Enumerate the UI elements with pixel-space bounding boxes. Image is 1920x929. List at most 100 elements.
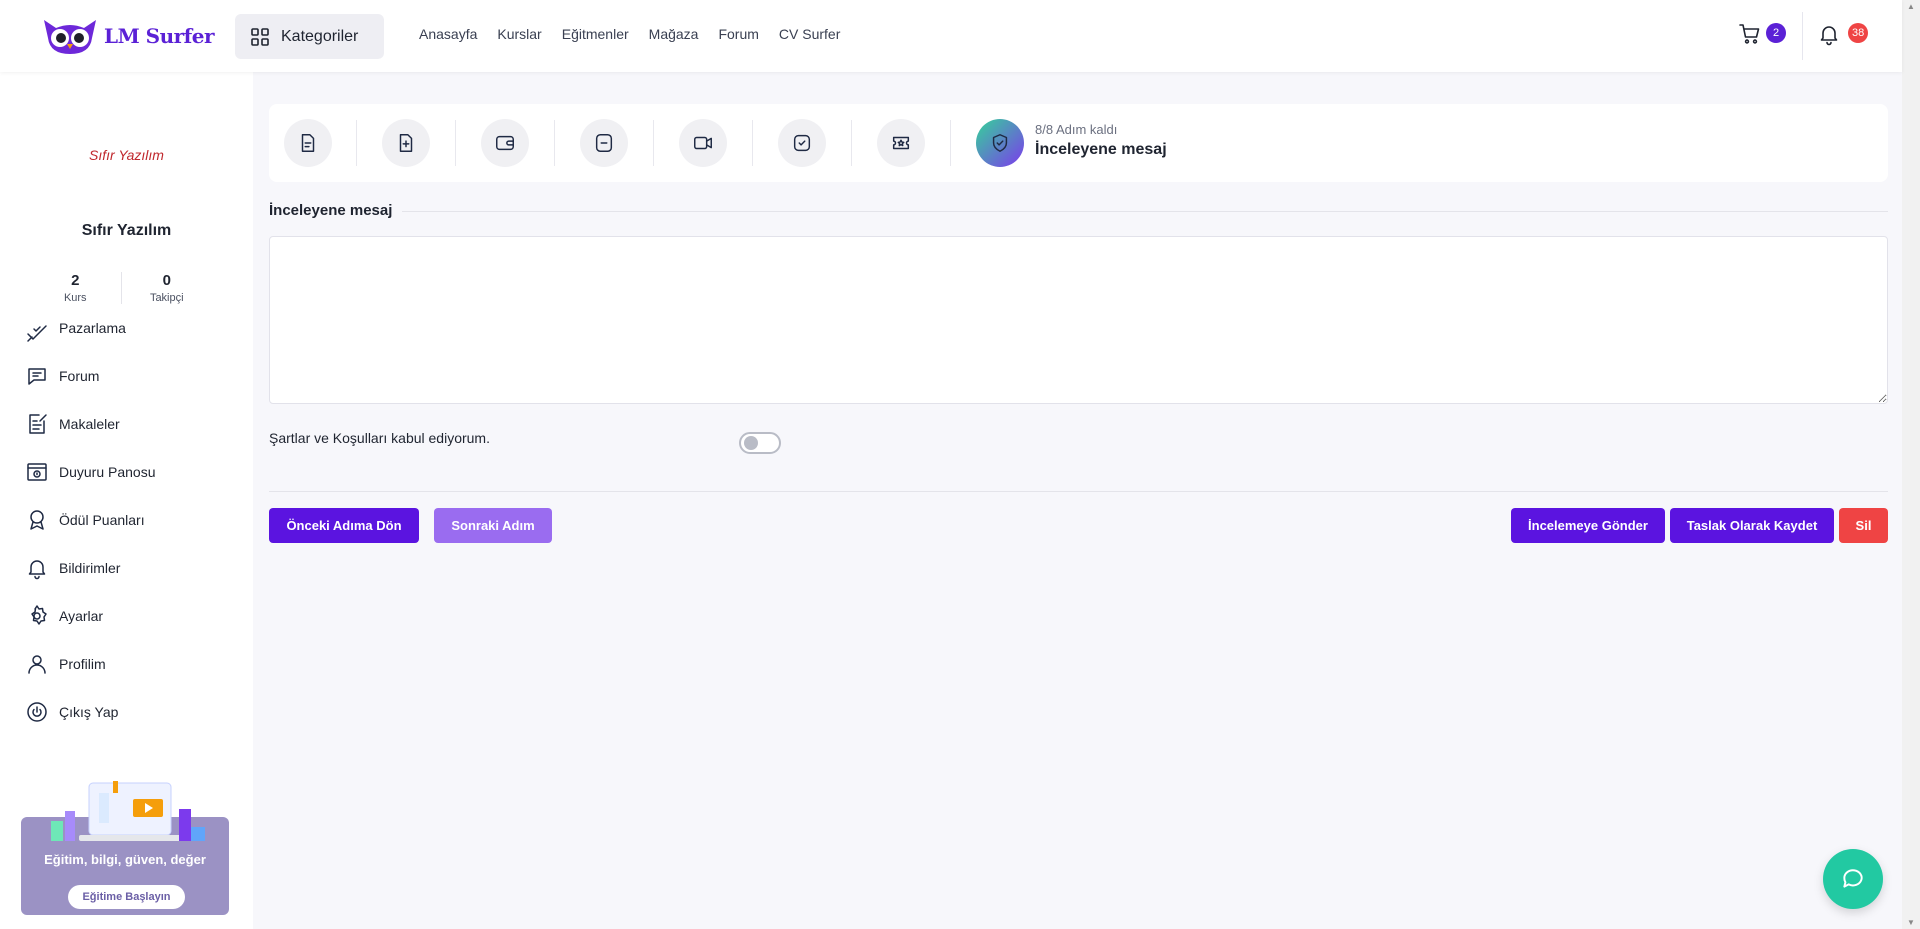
section-divider <box>400 211 1888 212</box>
promo-title: Eğitim, bilgi, güven, değer <box>44 852 206 867</box>
notification-bell-icon[interactable] <box>1817 22 1841 46</box>
sidebar-item-label: Bildirimler <box>59 560 121 576</box>
sidebar-item-profile[interactable]: Profilim <box>24 640 234 688</box>
stat-label: Takipçi <box>149 292 184 304</box>
sidebar-item-articles[interactable]: Makaleler <box>24 400 234 448</box>
sidebar-item-logout[interactable]: Çıkış Yap <box>24 688 234 736</box>
wallet-icon <box>496 135 514 151</box>
brand-name: LM Surfer <box>104 24 215 48</box>
sidebar-item-label: Makaleler <box>59 416 120 432</box>
sidebar-item-announcements[interactable]: Duyuru Panosu <box>24 448 234 496</box>
sidebar-item-rewards[interactable]: Ödül Puanları <box>24 496 234 544</box>
stat-value: 2 <box>71 272 80 289</box>
vendor-name: Sıfır Yazılım <box>81 222 172 239</box>
owl-logo-icon <box>44 20 96 54</box>
sidebar-item-marketing[interactable]: Pazarlama <box>24 320 234 352</box>
marketing-icon <box>24 320 49 345</box>
start-learning-button[interactable]: Eğitime Başlayın <box>68 885 185 909</box>
cart-count-badge: 2 <box>1766 23 1786 43</box>
step-divider <box>455 120 456 166</box>
step-folder[interactable] <box>580 119 628 167</box>
previous-step-button[interactable]: Önceki Adıma Dön <box>269 508 419 543</box>
step-divider <box>356 120 357 166</box>
step-divider <box>653 120 654 166</box>
article-icon <box>24 412 49 437</box>
nav-store[interactable]: Mağaza <box>649 26 699 42</box>
step-pricing[interactable] <box>481 119 529 167</box>
step-divider <box>752 120 753 166</box>
power-icon <box>24 700 49 725</box>
vendor-stats: 2 Kurs 0 Takipçi <box>30 272 212 304</box>
top-header: LM Surfer Kategoriler Anasayfa Kurslar E… <box>0 0 1902 72</box>
header-divider <box>1802 12 1803 60</box>
submit-review-button[interactable]: İncelemeye Gönder <box>1511 508 1665 543</box>
step-add-file[interactable] <box>382 119 430 167</box>
step-info: 8/8 Adım kaldı İnceleyene mesaj <box>1035 122 1167 159</box>
sidebar-item-label: Duyuru Panosu <box>59 464 156 480</box>
next-step-button[interactable]: Sonraki Adım <box>434 508 552 543</box>
ticket-star-icon <box>892 136 910 150</box>
form-divider <box>269 491 1888 492</box>
sidebar-item-label: Profilim <box>59 656 106 672</box>
page-scrollbar[interactable]: ▲ ▼ <box>1902 0 1920 929</box>
step-divider <box>950 120 951 166</box>
bell-icon <box>24 556 49 581</box>
notification-count-badge: 38 <box>1848 23 1869 43</box>
folder-minus-icon <box>595 134 613 152</box>
stat-label: Kurs <box>63 292 87 304</box>
nav-cv-surfer[interactable]: CV Surfer <box>779 26 840 42</box>
sidebar-item-label: Ayarlar <box>59 608 104 624</box>
user-icon <box>24 652 49 677</box>
categories-label: Kategoriler <box>281 27 359 45</box>
scroll-down-arrow-icon[interactable]: ▼ <box>1907 918 1915 927</box>
vendor-logo: Sıfır Yazılım <box>89 147 164 163</box>
gear-icon <box>24 604 49 629</box>
nav-courses[interactable]: Kurslar <box>497 26 541 42</box>
cart-icon[interactable] <box>1738 22 1762 46</box>
promo-card: Eğitim, bilgi, güven, değer Eğitime Başl… <box>21 781 229 915</box>
scroll-up-arrow-icon[interactable]: ▲ <box>1907 2 1915 11</box>
file-plus-icon <box>399 134 413 152</box>
sidebar-item-notifications[interactable]: Bildirimler <box>24 544 234 592</box>
delete-button[interactable]: Sil <box>1839 508 1888 543</box>
sidebar-menu: Pazarlama Forum Makaleler Duyuru Panosu … <box>24 320 234 736</box>
sidebar-item-label: Çıkış Yap <box>59 704 119 720</box>
section-title: İnceleyene mesaj <box>269 202 403 219</box>
document-icon <box>301 134 315 152</box>
stat-followers: 0 Takipçi <box>120 272 213 304</box>
main-nav: Anasayfa Kurslar Eğitmenler Mağaza Forum… <box>419 26 840 42</box>
reviewer-message-textarea[interactable] <box>269 236 1888 404</box>
sidebar: Sıfır Yazılım Sıfır Yazılım 2 Kurs 0 Tak… <box>0 72 253 929</box>
stat-courses: 2 Kurs <box>30 272 121 304</box>
step-document[interactable] <box>284 119 332 167</box>
terms-toggle[interactable] <box>739 432 781 454</box>
save-draft-button[interactable]: Taslak Olarak Kaydet <box>1670 508 1834 543</box>
forum-icon <box>24 364 49 389</box>
nav-home[interactable]: Anasayfa <box>419 26 477 42</box>
brand-logo[interactable]: LM Surfer <box>40 16 215 56</box>
step-reviewer-message[interactable] <box>976 119 1024 167</box>
award-icon <box>24 508 49 533</box>
chat-bubble-icon <box>1843 869 1863 888</box>
current-step-title: İnceleyene mesaj <box>1035 141 1167 158</box>
categories-button[interactable]: Kategoriler <box>235 14 384 59</box>
step-divider <box>554 120 555 166</box>
toggle-knob <box>744 436 758 450</box>
steps-remaining: 8/8 Adım kaldı <box>1035 122 1118 137</box>
sidebar-item-settings[interactable]: Ayarlar <box>24 592 234 640</box>
step-video[interactable] <box>679 119 727 167</box>
sidebar-item-label: Ödül Puanları <box>59 512 145 528</box>
sidebar-item-forum[interactable]: Forum <box>24 352 234 400</box>
check-square-icon <box>793 134 811 152</box>
nav-instructors[interactable]: Eğitmenler <box>562 26 629 42</box>
terms-label: Şartlar ve Koşulları kabul ediyorum. <box>269 430 490 446</box>
step-quiz[interactable] <box>778 119 826 167</box>
shield-check-icon <box>992 134 1008 152</box>
step-divider <box>851 120 852 166</box>
nav-forum[interactable]: Forum <box>718 26 758 42</box>
video-icon <box>694 136 712 150</box>
live-chat-button[interactable] <box>1823 849 1883 909</box>
stat-value: 0 <box>162 272 171 289</box>
step-certificate[interactable] <box>877 119 925 167</box>
announcement-icon <box>24 460 49 485</box>
